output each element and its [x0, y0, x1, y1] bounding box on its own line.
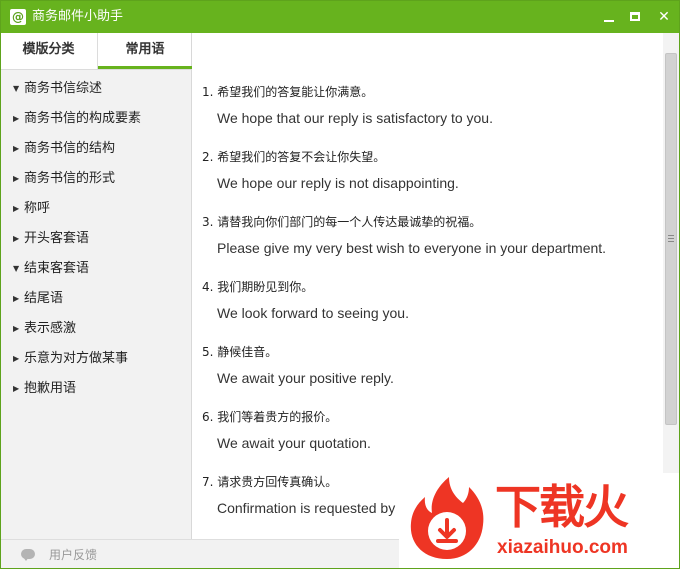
- phrase-english: We await your positive reply.: [217, 370, 394, 386]
- app-window: @ 商务邮件小助手 ✕ 模版分类 常用语 ▼ 商务书信综述 ▶ 商务书信的构成要素 …: [0, 0, 680, 569]
- phrase-chinese: 6. 我们等着贵方的报价。: [202, 410, 338, 424]
- sidebar-item-apology[interactable]: ▶ 抱歉用语: [1, 374, 191, 404]
- sidebar-item-overview[interactable]: ▼ 商务书信综述: [1, 74, 191, 104]
- watermark-title: 下载火: [495, 480, 629, 534]
- scrollbar-thumb[interactable]: [665, 53, 677, 425]
- flame-logo-icon: [410, 477, 484, 559]
- collapsed-arrow-icon: ▶: [13, 174, 20, 183]
- phrase-english: We hope that our reply is satisfactory t…: [217, 110, 493, 126]
- collapsed-arrow-icon: ▶: [13, 324, 20, 333]
- phrase-entry[interactable]: 2. 希望我们的答复不会让你失望。 We hope our reply is no…: [202, 148, 657, 193]
- sidebar-item-gratitude[interactable]: ▶ 表示感激: [1, 314, 191, 344]
- close-icon: ✕: [658, 9, 670, 25]
- collapsed-arrow-icon: ▶: [13, 114, 20, 123]
- phrase-english: Please give my very best wish to everyon…: [217, 240, 607, 256]
- window-title: 商务邮件小助手: [32, 9, 124, 24]
- sidebar-item-ending[interactable]: ▶ 结尾语: [1, 284, 191, 314]
- tab-bar: 模版分类 常用语: [1, 33, 192, 70]
- phrase-chinese: 2. 希望我们的答复不会让你失望。: [202, 150, 386, 164]
- phrase-english: We hope our reply is not disappointing.: [217, 175, 459, 191]
- sidebar-item-salutation[interactable]: ▶ 称呼: [1, 194, 191, 224]
- sidebar-item-closing[interactable]: ▼ 结束客套语: [1, 254, 191, 284]
- feedback-link[interactable]: 用户反馈: [49, 546, 97, 563]
- vertical-scrollbar[interactable]: [663, 33, 679, 539]
- phrase-english: We await your quotation.: [217, 435, 371, 451]
- expanded-arrow-icon: ▼: [13, 264, 20, 273]
- collapsed-arrow-icon: ▶: [13, 204, 20, 213]
- phrase-chinese: 5. 静候佳音。: [202, 345, 278, 359]
- collapsed-arrow-icon: ▶: [13, 384, 20, 393]
- phrase-entry[interactable]: 5. 静候佳音。 We await your positive reply.: [202, 343, 657, 388]
- expanded-arrow-icon: ▼: [13, 84, 20, 93]
- sidebar-item-elements[interactable]: ▶ 商务书信的构成要素: [1, 104, 191, 134]
- collapsed-arrow-icon: ▶: [13, 294, 20, 303]
- sidebar-item-structure[interactable]: ▶ 商务书信的结构: [1, 134, 191, 164]
- watermark: 下载火 xiazaihuo.com: [399, 473, 679, 568]
- tab-common-phrases[interactable]: 常用语: [97, 33, 192, 69]
- phrase-entry[interactable]: 6. 我们等着贵方的报价。 We await your quotation.: [202, 408, 657, 453]
- collapsed-arrow-icon: ▶: [13, 234, 20, 243]
- minimize-icon: [604, 20, 614, 22]
- collapsed-arrow-icon: ▶: [13, 354, 20, 363]
- tab-template-category[interactable]: 模版分类: [1, 33, 96, 69]
- close-button[interactable]: ✕: [655, 8, 673, 26]
- phrase-entry[interactable]: 3. 请替我向你们部门的每一个人传达最诚挚的祝福。 Please give my …: [202, 213, 657, 258]
- at-icon: @: [10, 9, 26, 25]
- phrase-entry[interactable]: 4. 我们期盼见到你。 We look forward to seeing you…: [202, 278, 657, 323]
- sidebar-item-form[interactable]: ▶ 商务书信的形式: [1, 164, 191, 194]
- maximize-button[interactable]: [627, 8, 645, 26]
- sidebar-item-opening[interactable]: ▶ 开头客套语: [1, 224, 191, 254]
- sidebar: 模版分类 常用语 ▼ 商务书信综述 ▶ 商务书信的构成要素 ▶ 商务书信的结构 ▶ 商务…: [1, 33, 192, 539]
- phrase-entry[interactable]: 1. 希望我们的答复能让你满意。 We hope that our reply i…: [202, 83, 657, 128]
- phrase-chinese: 3. 请替我向你们部门的每一个人传达最诚挚的祝福。: [202, 215, 482, 229]
- minimize-button[interactable]: [600, 8, 618, 26]
- scroll-grip-icon: [668, 235, 674, 242]
- collapsed-arrow-icon: ▶: [13, 144, 20, 153]
- phrase-chinese: 4. 我们期盼见到你。: [202, 280, 314, 294]
- maximize-icon: [630, 12, 640, 21]
- title-bar[interactable]: @ 商务邮件小助手 ✕: [1, 1, 679, 33]
- sidebar-item-willing[interactable]: ▶ 乐意为对方做某事: [1, 344, 191, 374]
- phrase-chinese: 1. 希望我们的答复能让你满意。: [202, 85, 374, 99]
- speech-bubble-icon: [21, 549, 35, 561]
- phrase-content: 1. 希望我们的答复能让你满意。 We hope that our reply i…: [193, 33, 663, 539]
- watermark-url: xiazaihuo.com: [497, 537, 628, 558]
- category-list: ▼ 商务书信综述 ▶ 商务书信的构成要素 ▶ 商务书信的结构 ▶ 商务书信的形式 ▶ 称呼…: [1, 74, 191, 404]
- phrase-english: We look forward to seeing you.: [217, 305, 409, 321]
